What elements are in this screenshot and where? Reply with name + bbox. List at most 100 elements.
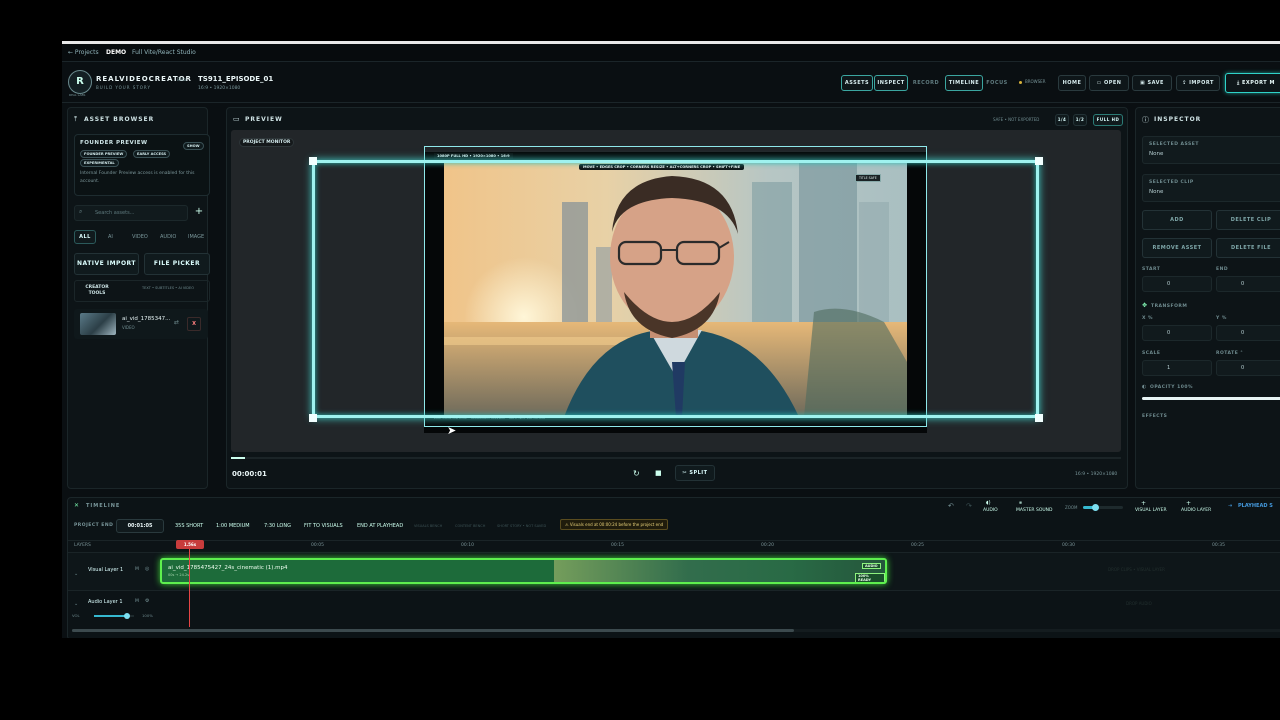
resize-handle-top-right[interactable] bbox=[1035, 157, 1043, 165]
split-button[interactable]: ✂ SPLIT bbox=[675, 465, 715, 481]
ruler-mark-5s: 00:05 bbox=[311, 543, 324, 548]
tab-timeline[interactable]: TIMELINE bbox=[945, 75, 983, 91]
asset-search-input[interactable]: ⌕ Search assets... bbox=[74, 205, 188, 221]
resize-handle-top-left[interactable] bbox=[309, 157, 317, 165]
timeline-scrollbar-thumb[interactable] bbox=[72, 629, 794, 632]
audio-track[interactable]: ⌄ Audio Layer 1 M ⚙ VOL 100% DROP AUDIO bbox=[68, 590, 1280, 627]
brand-logo[interactable]: R bbox=[68, 70, 92, 94]
master-sound-icon[interactable]: ⨳ bbox=[1019, 500, 1022, 506]
projects-back-link[interactable]: ← Projects bbox=[68, 49, 99, 56]
filter-image[interactable]: IMAGE bbox=[188, 234, 204, 240]
project-end-input[interactable]: 00:01:05 bbox=[116, 519, 164, 533]
logo-caption: REAL LABS bbox=[69, 93, 86, 97]
preset-end-at-playhead[interactable]: END AT PLAYHEAD bbox=[357, 523, 403, 529]
zoom-slider[interactable] bbox=[1083, 504, 1123, 511]
export-button[interactable]: ⤓ EXPORT M bbox=[1225, 73, 1280, 93]
visual-track-label: Visual Layer 1 bbox=[88, 567, 124, 573]
import-button[interactable]: ⇪ IMPORT bbox=[1176, 75, 1220, 91]
founder-preview-card: FOUNDER PREVIEW SHOW FOUNDER PREVIEW EAR… bbox=[74, 134, 210, 196]
zoom-slider-knob[interactable] bbox=[1092, 504, 1099, 511]
scale-input[interactable]: 1 bbox=[1142, 360, 1212, 376]
quality-half[interactable]: 1/2 bbox=[1073, 114, 1087, 126]
filter-audio[interactable]: AUDIO bbox=[160, 234, 176, 240]
timeline-scrollbar[interactable] bbox=[72, 629, 1280, 632]
start-input[interactable]: 0 bbox=[1142, 276, 1212, 292]
preview-status: SAFE • NOT EXPORTED bbox=[993, 117, 1040, 122]
tab-focus[interactable]: FOCUS bbox=[984, 75, 1010, 91]
clip-selection-box[interactable] bbox=[312, 160, 1039, 418]
transform-label: TRANSFORM bbox=[1151, 304, 1188, 309]
timeline-ruler[interactable]: LAYERS 00:05 00:10 00:15 00:20 00:25 00:… bbox=[68, 540, 1280, 551]
filter-all[interactable]: ALL bbox=[74, 230, 96, 244]
preview-scrubber[interactable] bbox=[231, 457, 1121, 459]
rotate-label: ROTATE ° bbox=[1216, 351, 1244, 356]
restart-icon[interactable]: ↻ bbox=[633, 469, 640, 478]
home-button[interactable]: HOME bbox=[1058, 75, 1086, 91]
native-import-button[interactable]: NATIVE IMPORT bbox=[74, 253, 139, 275]
audio-track-settings-icon[interactable]: ⚙ bbox=[145, 598, 149, 604]
stop-icon[interactable]: ■ bbox=[655, 469, 662, 477]
playhead-time-badge[interactable]: 1.56s bbox=[176, 540, 204, 549]
open-button[interactable]: ▭ OPEN bbox=[1089, 75, 1129, 91]
add-button[interactable]: ADD bbox=[1142, 210, 1212, 230]
clip-ready-badge: 100% READY bbox=[855, 573, 885, 582]
show-toggle[interactable]: SHOW bbox=[183, 142, 204, 150]
filter-video[interactable]: VIDEO bbox=[132, 234, 148, 240]
track-volume-slider[interactable] bbox=[94, 613, 134, 619]
tab-inspect[interactable]: INSPECT bbox=[874, 75, 908, 91]
add-visual-layer-icon[interactable]: + bbox=[1141, 500, 1146, 507]
track-collapse-icon[interactable]: ⌄ bbox=[74, 571, 78, 577]
remove-asset-button[interactable]: X bbox=[187, 317, 201, 331]
timeline-clip[interactable]: ai_vid_1785475427_24s_cinematic (1).mp4 … bbox=[160, 558, 887, 584]
x-input[interactable]: 0 bbox=[1142, 325, 1212, 341]
audio-track-mute[interactable]: M bbox=[135, 599, 139, 604]
redo-icon[interactable]: ↷ bbox=[966, 502, 972, 510]
preset-fit-to-visuals[interactable]: FIT TO VISUALS bbox=[304, 523, 343, 529]
search-icon: ⌕ bbox=[79, 208, 83, 215]
quality-quarter[interactable]: 1/4 bbox=[1055, 114, 1069, 126]
clip-filmstrip bbox=[554, 560, 885, 582]
delete-file-button[interactable]: DELETE FILE bbox=[1216, 238, 1280, 258]
undo-icon[interactable]: ↶ bbox=[948, 502, 954, 510]
audio-track-collapse-icon[interactable]: ⌄ bbox=[74, 601, 78, 607]
add-asset-icon[interactable]: + bbox=[192, 205, 206, 219]
save-button[interactable]: ▣ SAVE bbox=[1132, 75, 1172, 91]
quality-full-hd[interactable]: FULL HD bbox=[1093, 114, 1123, 126]
preset-35s-short[interactable]: 35S SHORT bbox=[175, 523, 203, 529]
playhead-line[interactable] bbox=[189, 541, 190, 627]
visual-track-mute[interactable]: M bbox=[135, 567, 139, 572]
visual-track-eye-icon[interactable]: ◎ bbox=[145, 566, 149, 572]
rotate-input[interactable]: 0 bbox=[1216, 360, 1280, 376]
editor-app: ← Projects DEMO Full Vite/React Studio R… bbox=[62, 41, 1280, 638]
creator-tools-row[interactable]: CREATOR TOOLS TEXT • SUBTITLES • AI VIDE… bbox=[74, 280, 210, 302]
y-input[interactable]: 0 bbox=[1216, 325, 1280, 341]
export-label: EXPORT M bbox=[1242, 80, 1275, 86]
preset-7m30-long[interactable]: 7:30 LONG bbox=[264, 523, 291, 529]
file-picker-button[interactable]: FILE PICKER bbox=[144, 253, 210, 275]
filter-ai[interactable]: AI bbox=[108, 234, 113, 240]
tab-record[interactable]: RECORD bbox=[910, 75, 942, 91]
audio-layer-button[interactable]: AUDIO LAYER bbox=[1181, 508, 1211, 513]
delete-clip-button[interactable]: DELETE CLIP bbox=[1216, 210, 1280, 230]
visual-layer-button[interactable]: VISUAL LAYER bbox=[1135, 508, 1167, 513]
opacity-label: OPACITY 100% bbox=[1150, 385, 1193, 390]
track-volume-knob[interactable] bbox=[124, 613, 130, 619]
asset-item[interactable]: ai_vid_1785347... VIDEO ⇄ X bbox=[74, 309, 208, 339]
add-audio-layer-icon[interactable]: + bbox=[1186, 500, 1191, 507]
tab-assets[interactable]: ASSETS bbox=[841, 75, 873, 91]
browser-status-dot bbox=[1019, 81, 1022, 84]
resize-handle-bottom-right[interactable] bbox=[1035, 414, 1043, 422]
resize-handle-bottom-left[interactable] bbox=[309, 414, 317, 422]
opacity-slider[interactable] bbox=[1142, 397, 1280, 400]
visuals-end-warning: ⚠ Visuals end at 00:00:24 before the pro… bbox=[560, 519, 669, 530]
audio-label[interactable]: AUDIO bbox=[983, 508, 998, 513]
link-icon[interactable]: ⇄ bbox=[174, 319, 179, 326]
master-sound-label[interactable]: MASTER SOUND bbox=[1016, 508, 1053, 513]
timeline-icon: ✕ bbox=[74, 502, 80, 509]
audio-icon[interactable]: ◖) bbox=[986, 500, 991, 506]
playhead-button[interactable]: PLAYHEAD S bbox=[1238, 503, 1273, 509]
remove-asset-button[interactable]: REMOVE ASSET bbox=[1142, 238, 1212, 258]
preset-1m-medium[interactable]: 1:00 MEDIUM bbox=[216, 523, 250, 529]
project-monitor[interactable]: PROJECT MONITOR 1080P FULL HD • 1920×108… bbox=[231, 130, 1121, 452]
end-input[interactable]: 0 bbox=[1216, 276, 1280, 292]
